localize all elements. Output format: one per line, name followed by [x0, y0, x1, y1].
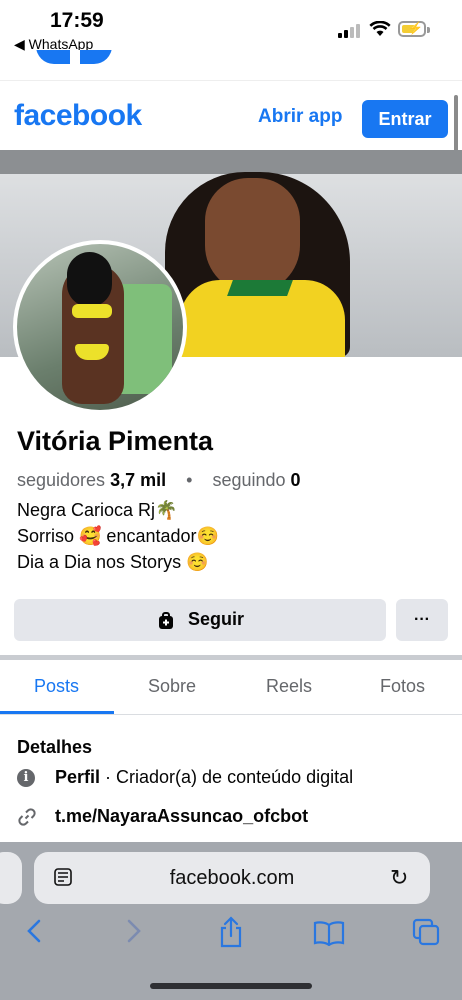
bookmarks-icon[interactable]: [313, 920, 345, 946]
tab-photos[interactable]: Fotos: [380, 676, 425, 697]
previous-tab-preview[interactable]: [0, 852, 22, 904]
open-app-link[interactable]: Abrir app: [258, 106, 342, 128]
clock: 17:59: [50, 9, 104, 32]
browser-toolbar: facebook.com ↻: [0, 842, 462, 1000]
bio-line: Dia a Dia nos Storys ☺️: [17, 552, 209, 572]
details-heading: Detalhes: [17, 737, 93, 757]
profile-name: Vitória Pimenta: [17, 426, 214, 456]
forward-icon[interactable]: [126, 918, 142, 944]
tabs-icon[interactable]: [412, 918, 440, 946]
battery-icon: ⚡: [398, 21, 430, 37]
active-tab-indicator: [0, 711, 114, 714]
following-label: seguindo: [212, 470, 286, 490]
url-text[interactable]: facebook.com: [34, 867, 430, 890]
facebook-logo[interactable]: facebook: [14, 99, 142, 133]
wifi-icon: [369, 21, 391, 36]
more-options-button[interactable]: ···: [396, 599, 448, 641]
profile-category-label: Perfil: [55, 767, 101, 787]
divider: [0, 80, 462, 81]
tab-about[interactable]: Sobre: [148, 676, 196, 697]
profile-category-value: · Criador(a) de conteúdo digital: [100, 767, 354, 787]
profile-picture[interactable]: [13, 240, 187, 414]
tab-posts[interactable]: Posts: [34, 676, 79, 697]
facebook-icon-partial: [36, 50, 112, 68]
reload-icon[interactable]: ↻: [390, 865, 408, 891]
info-icon: i: [17, 769, 35, 787]
bio-line: Negra Carioca Rj🌴: [17, 500, 178, 520]
follow-icon: [158, 611, 173, 629]
follow-button-label: Seguir: [187, 609, 244, 630]
cellular-signal-icon: [338, 24, 362, 38]
profile-bio: Negra Carioca Rj🌴 Sorriso 🥰 encantador☺️…: [17, 497, 219, 575]
share-icon[interactable]: [218, 916, 244, 948]
stats-separator: •: [171, 470, 208, 490]
follow-button[interactable]: Seguir: [14, 599, 386, 641]
status-bar: 17:59 ◀ WhatsApp ⚡: [0, 0, 462, 56]
followers-count[interactable]: 3,7 mil: [110, 470, 166, 490]
address-bar[interactable]: facebook.com ↻: [34, 852, 430, 904]
following-count[interactable]: 0: [291, 470, 301, 490]
link-icon: [18, 808, 36, 826]
login-button[interactable]: Entrar: [362, 100, 448, 138]
followers-label: seguidores: [17, 470, 106, 490]
tab-reels[interactable]: Reels: [266, 676, 312, 697]
external-link[interactable]: t.me/NayaraAssuncao_ofcbot: [55, 806, 308, 827]
bio-line: Sorriso 🥰 encantador☺️: [17, 526, 219, 546]
follow-stats: seguidores 3,7 mil • seguindo 0: [17, 470, 301, 491]
back-icon[interactable]: [26, 918, 42, 944]
profile-tabs: Posts Sobre Reels Fotos: [0, 660, 462, 715]
home-indicator[interactable]: [150, 983, 312, 989]
